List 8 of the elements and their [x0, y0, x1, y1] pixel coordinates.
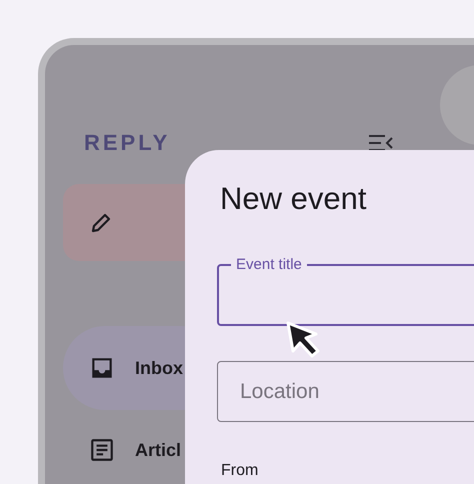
menu-collapse-icon: [368, 133, 394, 153]
field-label: Event title: [235, 256, 303, 274]
event-title-field[interactable]: Event title: [217, 256, 474, 326]
section-label: From: [221, 461, 260, 481]
document-icon: [89, 437, 115, 463]
brand-logo: REPLY: [84, 131, 170, 155]
location-field[interactable]: Location: [217, 361, 474, 422]
dialog-title: New event: [220, 181, 368, 217]
